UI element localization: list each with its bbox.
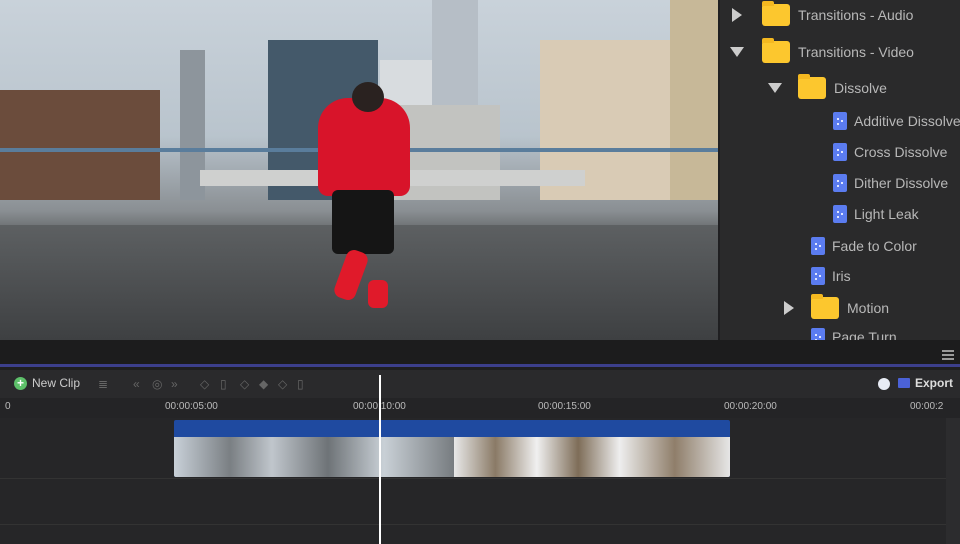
expand-icon[interactable] — [784, 301, 794, 315]
tree-item-dither-dissolve[interactable]: Dither Dissolve — [833, 171, 948, 195]
clip-thumbnails — [174, 437, 454, 477]
effect-file-icon — [811, 267, 825, 285]
tree-item-motion[interactable]: Motion — [784, 294, 890, 320]
tree-item-additive-dissolve[interactable]: Additive Dissolve — [833, 109, 960, 133]
menu-icon[interactable] — [942, 350, 954, 360]
new-clip-button[interactable]: + New Clip — [14, 376, 80, 390]
tree-item-label: Transitions - Audio — [798, 7, 914, 23]
video-preview — [0, 0, 718, 340]
vertical-scrollbar[interactable] — [946, 418, 960, 544]
folder-icon — [762, 1, 790, 26]
tree-item-label: Iris — [832, 268, 851, 284]
timeline-tracks — [0, 418, 946, 544]
tree-item-label: Light Leak — [854, 206, 919, 222]
ruler-tick: 0 — [5, 401, 11, 412]
record-icon[interactable]: ◎ — [152, 377, 162, 391]
playhead[interactable] — [379, 375, 381, 544]
expand-icon[interactable] — [732, 8, 742, 22]
effect-file-icon — [833, 112, 847, 130]
new-clip-label: New Clip — [32, 376, 81, 390]
panel-divider — [0, 340, 960, 367]
ruler-tick: 00:00:20:00 — [724, 401, 777, 412]
tree-item-fade-to-color[interactable]: Fade to Color — [811, 234, 917, 258]
previous-icon[interactable]: « — [133, 377, 140, 391]
export-button[interactable]: Export — [898, 376, 953, 390]
tree-item-label: Dissolve — [834, 80, 887, 96]
keyframe-next-icon[interactable]: ◇ — [278, 377, 287, 391]
tree-item-label: Fade to Color — [832, 238, 917, 254]
tree-item-transitions-audio[interactable]: Transitions - Audio — [732, 1, 914, 27]
effect-file-icon — [833, 143, 847, 161]
timeline-toolbar: + New Clip ≣ « ◎ » ◇ ▯ ◇ ◆ ◇ ▯ Export — [0, 370, 960, 398]
folder-icon — [762, 38, 790, 63]
effect-file-icon — [811, 237, 825, 255]
tree-item-label: Motion — [847, 300, 890, 316]
tree-item-transitions-video[interactable]: Transitions - Video — [730, 38, 914, 64]
ruler-tick: 00:00:2 — [910, 401, 944, 412]
plus-icon: + — [14, 376, 27, 390]
next-icon[interactable]: » — [171, 377, 178, 391]
tree-item-iris[interactable]: Iris — [811, 264, 851, 288]
clock-icon[interactable] — [878, 378, 890, 390]
clip-stack-icon[interactable]: ≣ — [98, 377, 108, 391]
info-icon[interactable]: ▯ — [297, 377, 304, 391]
tree-item-label: Cross Dissolve — [854, 144, 948, 160]
effects-browser: Transitions - Audio Transitions - Video … — [720, 0, 960, 340]
tree-item-dissolve[interactable]: Dissolve — [768, 74, 887, 100]
clip-thumbnails — [454, 437, 730, 477]
effect-file-icon — [833, 205, 847, 223]
tree-item-label: Page Turn — [832, 329, 897, 340]
export-label: Export — [915, 376, 954, 390]
ruler-tick: 00:00:05:00 — [165, 401, 218, 412]
tree-item-light-leak[interactable]: Light Leak — [833, 202, 919, 226]
tree-item-label: Additive Dissolve — [854, 113, 960, 129]
keyframe-prev-icon[interactable]: ◇ — [240, 377, 249, 391]
ruler-tick: 00:00:15:00 — [538, 401, 591, 412]
marker-icon[interactable]: ▯ — [220, 377, 227, 391]
time-ruler[interactable]: 0 00:00:05:00 00:00:10:00 00:00:15:00 00… — [0, 398, 960, 418]
video-clip[interactable] — [174, 420, 730, 477]
collapse-icon[interactable] — [730, 47, 744, 57]
keyframe-icon[interactable]: ◇ — [200, 377, 209, 391]
collapse-icon[interactable] — [768, 83, 782, 93]
folder-icon — [798, 74, 826, 99]
tree-item-page-turn[interactable]: Page Turn — [811, 325, 897, 340]
tree-item-label: Transitions - Video — [798, 44, 914, 60]
folder-icon — [811, 294, 839, 319]
effect-file-icon — [833, 174, 847, 192]
tree-item-cross-dissolve[interactable]: Cross Dissolve — [833, 140, 947, 164]
keyframe-add-icon[interactable]: ◆ — [259, 377, 268, 391]
export-icon — [898, 378, 910, 388]
tree-item-label: Dither Dissolve — [854, 175, 949, 191]
effect-file-icon — [811, 328, 825, 340]
